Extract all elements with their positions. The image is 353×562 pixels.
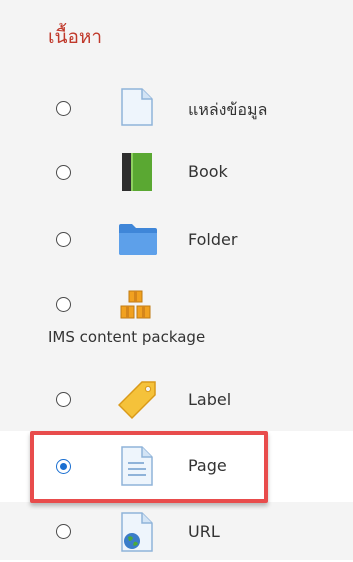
activity-option-resource[interactable]: แหล่งข้อมูล (0, 88, 353, 128)
book-icon (118, 152, 154, 196)
url-globe-icon (118, 512, 154, 556)
activity-label-book: Book (188, 162, 228, 181)
activity-option-page[interactable]: Page (0, 446, 353, 486)
file-icon (118, 88, 154, 130)
activity-option-book[interactable]: Book (0, 152, 353, 192)
radio-folder[interactable] (56, 232, 71, 247)
radio-url[interactable] (56, 524, 71, 539)
page-icon (118, 446, 154, 490)
activity-label-folder: Folder (188, 230, 238, 249)
activity-label-ims-package: IMS content package (48, 328, 206, 346)
activity-label-resource: แหล่งข้อมูล (188, 100, 268, 119)
radio-label[interactable] (56, 392, 71, 407)
activity-label-url: URL (188, 522, 220, 541)
activity-label-page: Page (188, 456, 227, 475)
radio-ims-package[interactable] (56, 297, 71, 312)
activity-option-url[interactable]: URL (0, 512, 353, 552)
activity-option-folder[interactable]: Folder (0, 220, 353, 260)
radio-page[interactable] (56, 459, 71, 474)
folder-icon (118, 222, 158, 260)
activity-option-ims-package[interactable]: IMS content package (0, 288, 353, 352)
radio-book[interactable] (56, 165, 71, 180)
tag-icon (117, 380, 158, 424)
activity-list-panel (0, 0, 353, 431)
section-title: เนื้อหา (48, 26, 103, 48)
activity-option-label[interactable]: Label (0, 380, 353, 420)
radio-resource[interactable] (56, 101, 71, 116)
activity-label-label: Label (188, 390, 232, 409)
package-icon (118, 288, 154, 328)
